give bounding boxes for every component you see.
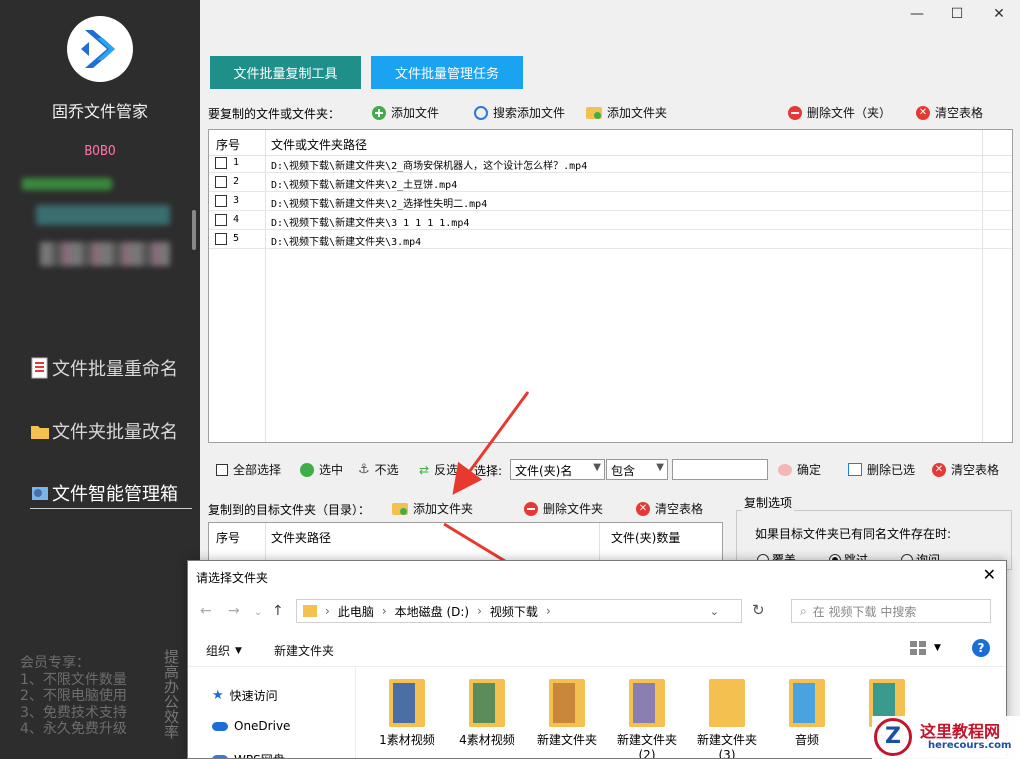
chevron-right-icon: › (325, 604, 330, 618)
organize-menu[interactable]: 组织 ▼ (206, 642, 242, 659)
folder-item[interactable]: 1素材视频 (370, 679, 444, 748)
folder-icon (303, 605, 317, 617)
folder-icon (469, 679, 505, 727)
folder-item[interactable]: 新建文件夹 (3) (690, 679, 764, 759)
view-cell (919, 649, 926, 655)
view-icon[interactable] (910, 641, 926, 655)
tree-label: 快速访问 (229, 689, 278, 703)
refresh-icon[interactable]: ↻ (752, 601, 765, 619)
view-cell (919, 641, 926, 647)
tree-wps[interactable]: WPS网盘 (212, 751, 285, 758)
tree-quick-access[interactable]: ★ 快速访问 (212, 687, 278, 704)
forward-icon[interactable]: → (228, 603, 240, 619)
address-bar[interactable]: › 此电脑 › 本地磁盘 (D:) › 视频下载 › ⌄ (296, 599, 742, 623)
folder-preview (793, 683, 815, 723)
folder-name: 音频 (794, 733, 819, 747)
arrow-to-add-folder (452, 391, 530, 495)
watermark-logo: Z (874, 718, 912, 756)
options-title: 复制选项 (742, 494, 795, 511)
chevron-right-icon: › (477, 604, 482, 618)
folder-name: 新建文件夹 (3) (696, 733, 757, 759)
help-icon[interactable]: ? (972, 639, 990, 657)
folder-icon (549, 679, 585, 727)
search-placeholder: 在 视频下载 中搜索 (812, 604, 917, 619)
back-icon[interactable]: ← (200, 603, 212, 619)
navigation-pane: ★ 快速访问 OneDrive WPS网盘 (188, 667, 356, 758)
dialog-title: 请选择文件夹 (196, 571, 269, 585)
folder-name: 新建文件夹 (2) (616, 733, 677, 759)
tree-label: WPS网盘 (234, 751, 285, 758)
folder-item[interactable]: 4素材视频 (450, 679, 524, 748)
search-icon: ⌕ (800, 603, 807, 618)
chevron-right-icon: › (381, 604, 387, 618)
chevron-right-icon: › (545, 604, 551, 618)
tree-onedrive[interactable]: OneDrive (212, 719, 290, 733)
cloud-icon (212, 755, 228, 758)
folder-icon (389, 679, 425, 727)
cloud-icon (212, 721, 228, 731)
chevron-down-icon[interactable]: ⌄ (710, 605, 719, 618)
folder-preview (553, 683, 575, 723)
folder-preview (473, 683, 495, 723)
folder-name: 4素材视频 (459, 733, 515, 747)
watermark-title: 这里教程网 (920, 722, 1001, 741)
up-icon[interactable]: ↑ (272, 603, 284, 619)
folder-preview (713, 683, 735, 723)
folder-item[interactable]: 音频 (770, 679, 844, 748)
breadcrumb-item[interactable]: 此电脑 (338, 603, 374, 620)
organize-label: 组织 (206, 644, 231, 658)
folder-preview (393, 683, 415, 723)
watermark-url: herecours.com (928, 740, 1012, 751)
folder-item[interactable]: 新建文件夹 (530, 679, 604, 748)
folder-item[interactable]: 新建文件夹 (2) (610, 679, 684, 759)
caret-down-icon[interactable]: ▼ (934, 643, 941, 653)
breadcrumb-item[interactable]: 视频下载 (490, 603, 538, 620)
folder-icon (789, 679, 825, 727)
tree-label: OneDrive (234, 719, 291, 733)
close-icon[interactable]: ✕ (983, 565, 996, 584)
new-folder-button[interactable]: 新建文件夹 (274, 642, 334, 659)
folder-preview (633, 683, 655, 723)
folder-icon (629, 679, 665, 727)
search-input[interactable]: ⌕ 在 视频下载 中搜索 (791, 599, 991, 623)
breadcrumb-item[interactable]: 本地磁盘 (D:) (395, 603, 469, 620)
folder-icon (709, 679, 745, 727)
recent-dropdown-icon[interactable]: ⌄ (254, 607, 262, 618)
folder-name: 1素材视频 (379, 733, 435, 747)
star-icon: ★ (212, 688, 224, 703)
view-cell (910, 641, 917, 647)
caret-down-icon: ▼ (235, 645, 242, 656)
view-cell (910, 649, 917, 655)
folder-name: 新建文件夹 (536, 733, 597, 747)
command-bar: 组织 ▼ 新建文件夹 ▼ ? (188, 631, 1006, 667)
watermark: Z 这里教程网 herecours.com (872, 716, 1020, 759)
